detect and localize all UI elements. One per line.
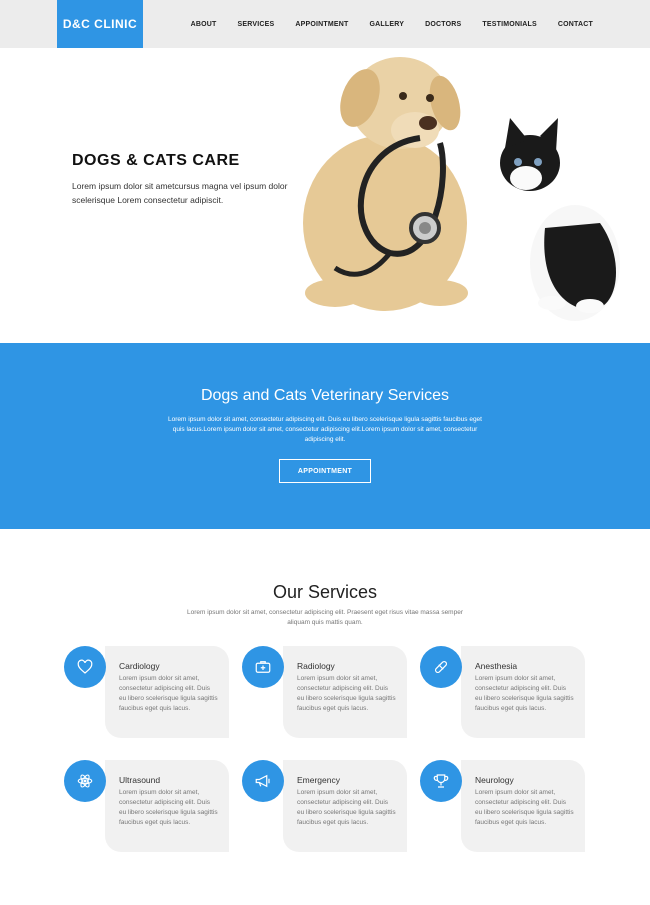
hero-section: DOGS & CATS CARE Lorem ipsum dolor sit a… xyxy=(0,48,650,343)
card-title: Ultrasound xyxy=(119,775,161,785)
nav-services[interactable]: SERVICES xyxy=(237,21,274,28)
card-title: Cardiology xyxy=(119,661,160,671)
megaphone-icon xyxy=(242,760,284,802)
nav-about[interactable]: ABOUT xyxy=(191,21,217,28)
card-title: Emergency xyxy=(297,775,340,785)
card-title: Neurology xyxy=(475,775,514,785)
card-text: Lorem ipsum dolor sit amet, consectetur … xyxy=(119,789,218,826)
hero-text: Lorem ipsum dolor sit ametcursus magna v… xyxy=(72,181,288,205)
pills-icon xyxy=(420,646,462,688)
logo[interactable]: D&C CLINIC xyxy=(57,0,143,48)
service-card-radiology[interactable]: Radiology Lorem ipsum dolor sit amet, co… xyxy=(242,646,407,738)
nav-contact[interactable]: CONTACT xyxy=(558,21,593,28)
card-title: Anesthesia xyxy=(475,661,518,671)
dog-and-cat-image xyxy=(303,57,620,321)
service-card-cardiology[interactable]: Cardiology Lorem ipsum dolor sit amet, c… xyxy=(64,646,229,738)
nav-doctors[interactable]: DOCTORS xyxy=(425,21,461,28)
service-card-neurology[interactable]: Neurology Lorem ipsum dolor sit amet, co… xyxy=(420,760,585,852)
main-nav: ABOUT SERVICES APPOINTMENT GALLERY DOCTO… xyxy=(170,0,593,48)
medkit-icon xyxy=(242,646,284,688)
hero-title: DOGS & CATS CARE xyxy=(72,152,240,169)
service-card-anesthesia[interactable]: Anesthesia Lorem ipsum dolor sit amet, c… xyxy=(420,646,585,738)
site-header: D&C CLINIC ABOUT SERVICES APPOINTMENT GA… xyxy=(0,0,650,48)
service-card-ultrasound[interactable]: Ultrasound Lorem ipsum dolor sit amet, c… xyxy=(64,760,229,852)
nav-testimonials[interactable]: TESTIMONIALS xyxy=(482,21,537,28)
card-text: Lorem ipsum dolor sit amet, consectetur … xyxy=(475,789,574,826)
card-text: Lorem ipsum dolor sit amet, consectetur … xyxy=(475,675,574,712)
nav-appointment[interactable]: APPOINTMENT xyxy=(295,21,348,28)
band-text: Lorem ipsum dolor sit amet, consectetur … xyxy=(168,416,482,443)
heart-icon xyxy=(64,646,106,688)
card-text: Lorem ipsum dolor sit amet, consectetur … xyxy=(297,789,396,826)
veterinary-band: Dogs and Cats Veterinary Services Lorem … xyxy=(0,343,650,529)
card-text: Lorem ipsum dolor sit amet, consectetur … xyxy=(119,675,218,712)
card-title: Radiology xyxy=(297,661,335,671)
band-title: Dogs and Cats Veterinary Services xyxy=(200,387,450,404)
services-subtitle: Lorem ipsum dolor sit amet, consectetur … xyxy=(186,609,463,626)
atom-icon xyxy=(64,760,106,802)
service-card-emergency[interactable]: Emergency Lorem ipsum dolor sit amet, co… xyxy=(242,760,407,852)
services-title: Our Services xyxy=(272,582,378,602)
dog-illustration xyxy=(303,57,468,311)
appointment-button[interactable]: APPOINTMENT xyxy=(279,459,371,483)
nav-gallery[interactable]: GALLERY xyxy=(370,21,405,28)
card-text: Lorem ipsum dolor sit amet, consectetur … xyxy=(297,675,396,712)
trophy-icon xyxy=(420,760,462,802)
cat-illustration xyxy=(500,118,620,321)
